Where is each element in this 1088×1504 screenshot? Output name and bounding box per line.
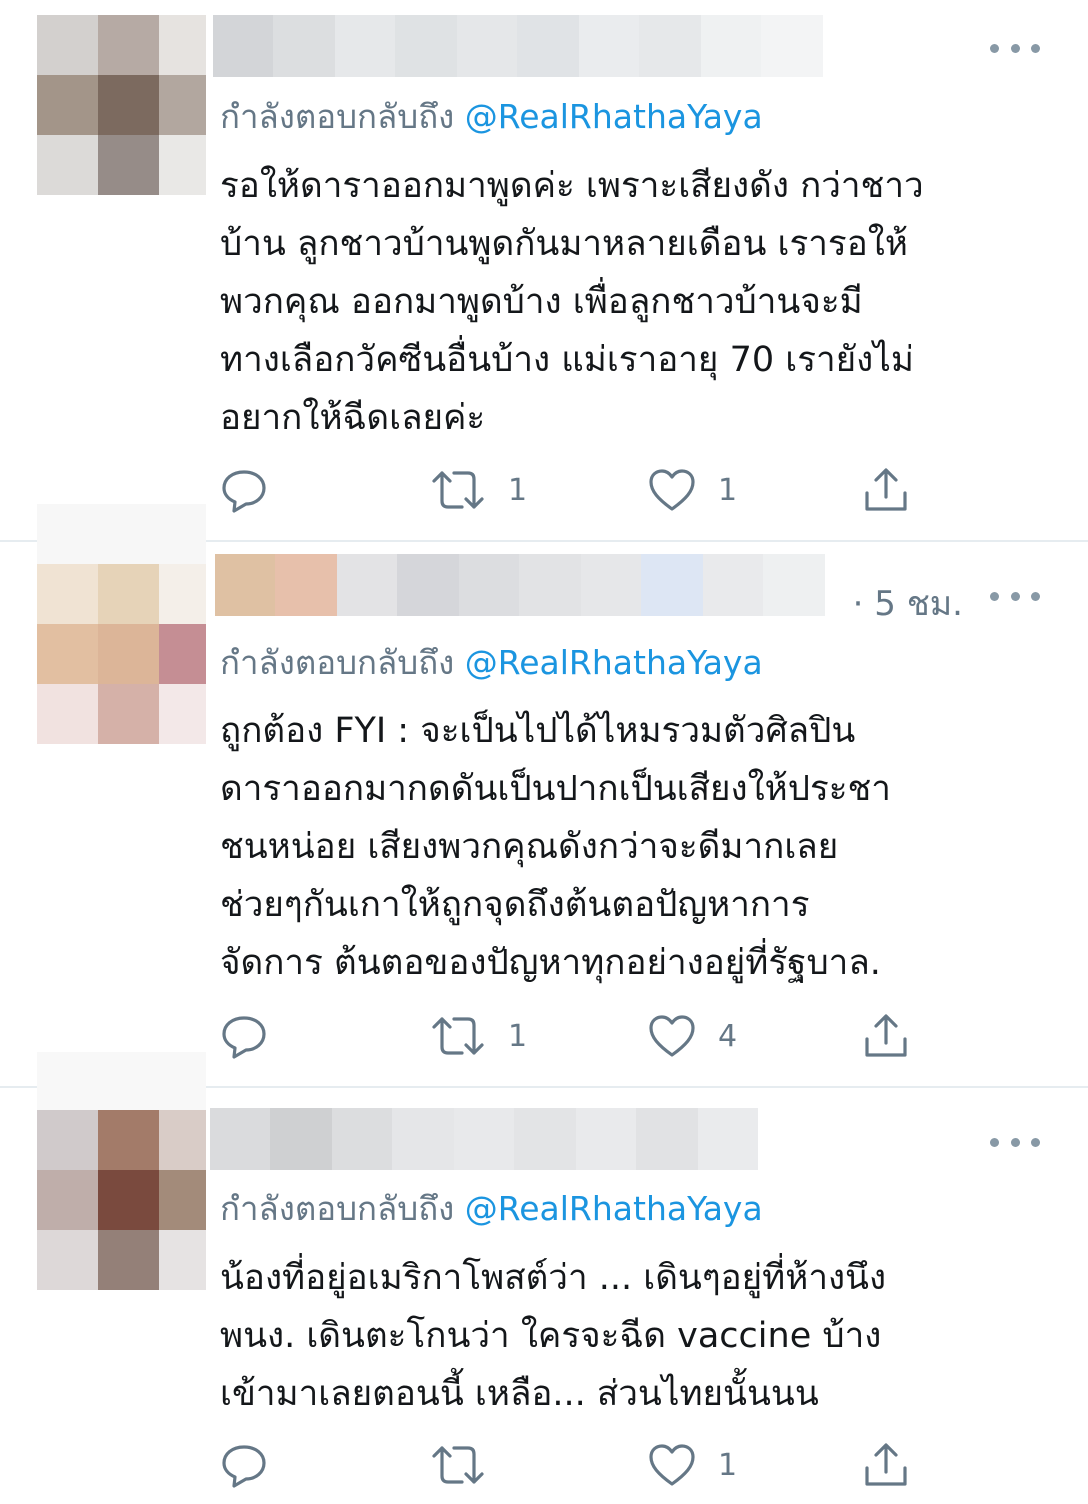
reply-prefix: กำลังตอบกลับถึง [220, 643, 455, 682]
tweet-text-line: เข้ามาเลยตอนนี้ เหลือ... ส่วนไทยนั้นนน [220, 1374, 819, 1414]
reply-prefix: กำลังตอบกลับถึง [220, 97, 455, 136]
like-button[interactable]: 4 [648, 1011, 737, 1061]
reply-icon [222, 1445, 266, 1488]
like-icon [649, 469, 695, 511]
tweet-text: น้องที่อยู่อเมริกาโพสต์ว่า ... เดินๆอยู่… [220, 1249, 1060, 1423]
tweet-text-line: ถูกต้อง FYI : จะเป็นไปได้ไหมรวมตัวศิลปิน [220, 711, 856, 751]
reply-icon [222, 470, 266, 513]
like-count: 1 [718, 1447, 738, 1483]
tweet-text: ถูกต้อง FYI : จะเป็นไปได้ไหมรวมตัวศิลปิน… [220, 702, 1060, 992]
share-icon [865, 1014, 907, 1057]
tweet-2[interactable]: · 5 ชม. กำลังตอบกลับถึง @RealRhathaYaya … [0, 504, 1088, 1086]
reply-to: กำลังตอบกลับถึง @RealRhathaYaya [220, 1182, 763, 1235]
more-icon[interactable] [990, 586, 1040, 606]
avatar[interactable] [37, 1110, 206, 1290]
tweet-text-line: ช่วยๆกันเกาให้ถูกจุดถึงต้นตอปัญหาการ [220, 885, 810, 925]
like-icon [649, 1015, 695, 1057]
tweet-time[interactable]: · 5 ชม. [853, 576, 963, 630]
more-icon[interactable] [990, 1132, 1040, 1152]
tweet-text-line: ดาราออกมากดดันเป็นปากเป็นเสียงให้ประชา [220, 769, 891, 809]
avatar[interactable] [37, 15, 206, 195]
reply-icon [222, 1016, 266, 1059]
display-name[interactable] [215, 554, 825, 616]
tweet-text-line: น้องที่อยู่อเมริกาโพสต์ว่า ... เดินๆอยู่… [220, 1258, 887, 1298]
tweet-text-line: บ้าน ลูกชาวบ้านพูดกันมาหลายเดือน เรารอให… [220, 224, 908, 264]
display-name[interactable] [213, 15, 823, 77]
reply-handle[interactable]: @RealRhathaYaya [465, 1189, 763, 1228]
display-name[interactable] [210, 1108, 758, 1170]
reply-handle[interactable]: @RealRhathaYaya [465, 97, 763, 136]
avatar-pixel [37, 504, 206, 564]
tweet-text-line: พวกคุณ ออกมาพูดบ้าง เพื่อลูกชาวบ้านจะมี [220, 282, 863, 322]
retweet-button[interactable]: 1 [430, 1011, 527, 1061]
tweet-actions: 1 4 [220, 1011, 920, 1061]
tweet-actions: 1 [220, 1440, 920, 1490]
reply-to: กำลังตอบกลับถึง @RealRhathaYaya [220, 90, 763, 143]
tweet-text-line: ชนหน่อย เสียงพวกคุณดังกว่าจะดีมากเลย [220, 827, 839, 867]
reply-prefix: กำลังตอบกลับถึง [220, 1189, 455, 1228]
retweet-button[interactable] [430, 1440, 508, 1490]
reply-button[interactable] [220, 465, 268, 515]
share-icon [865, 468, 907, 511]
share-button[interactable] [862, 1011, 910, 1061]
tweet-text-line: พนง. เดินตะโกนว่า ใครจะฉีด vaccine บ้าง [220, 1316, 882, 1356]
tweet-1[interactable]: กำลังตอบกลับถึง @RealRhathaYaya รอให้ดาร… [0, 0, 1088, 540]
like-button[interactable]: 1 [648, 465, 737, 515]
tweet-actions: 1 1 [220, 465, 920, 515]
retweet-count: 1 [508, 1018, 528, 1054]
tweet-text-line: อยากให้ฉีดเลยค่ะ [220, 398, 486, 438]
avatar-pixel [37, 1052, 206, 1110]
tweet-text-line: จัดการ ต้นตอของปัญหาทุกอย่างอยู่ที่รัฐบา… [220, 943, 881, 983]
retweet-icon [432, 1017, 484, 1055]
tweet-text: รอให้ดาราออกมาพูดค่ะ เพราะเสียงดัง กว่าช… [220, 157, 1060, 447]
retweet-icon [432, 471, 484, 509]
reply-to: กำลังตอบกลับถึง @RealRhathaYaya [220, 636, 763, 689]
reply-handle[interactable]: @RealRhathaYaya [465, 643, 763, 682]
share-button[interactable] [862, 465, 910, 515]
share-button[interactable] [862, 1440, 910, 1490]
more-icon[interactable] [990, 38, 1040, 58]
retweet-count: 1 [508, 472, 528, 508]
like-button[interactable]: 1 [648, 1440, 737, 1490]
tweet-text-line: รอให้ดาราออกมาพูดค่ะ เพราะเสียงดัง กว่าช… [220, 166, 924, 206]
share-icon [865, 1443, 907, 1486]
like-icon [649, 1444, 695, 1486]
avatar[interactable] [37, 564, 206, 744]
reply-button[interactable] [220, 1011, 268, 1061]
like-count: 1 [718, 472, 738, 508]
retweet-icon [432, 1446, 484, 1484]
tweet-3[interactable]: กำลังตอบกลับถึง @RealRhathaYaya น้องที่อ… [0, 1052, 1088, 1504]
reply-button[interactable] [220, 1440, 268, 1490]
like-count: 4 [718, 1018, 738, 1054]
retweet-button[interactable]: 1 [430, 465, 527, 515]
tweet-text-line: ทางเลือกวัคซีนอื่นบ้าง แม่เราอายุ 70 เรา… [220, 340, 914, 380]
